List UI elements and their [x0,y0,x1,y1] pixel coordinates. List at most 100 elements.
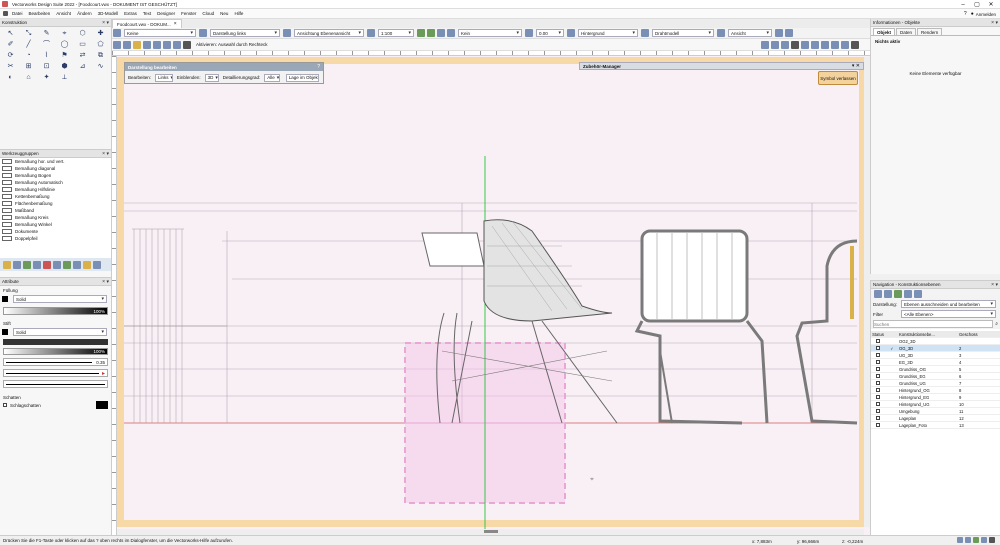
tool-button[interactable]: ⌖ [57,30,72,38]
tool-button[interactable]: ✂ [3,63,18,71]
fill-color-swatch[interactable] [2,296,8,302]
dialog-help-icon[interactable]: ? [317,64,320,70]
table-row[interactable]: ✓ OG_3D 2 [871,345,1000,352]
distribute-icon[interactable] [771,41,779,49]
login-link[interactable]: Anmelden [976,12,996,17]
tool-button[interactable]: ◯ [57,41,72,49]
scale-icon[interactable] [367,29,375,37]
mode-icon-a[interactable] [153,40,161,49]
class-dropdown[interactable]: Keine [124,29,196,37]
visibility-checkbox[interactable] [876,394,880,399]
visibility-toggle[interactable] [871,380,885,386]
group-icon[interactable] [781,41,789,49]
table-row[interactable]: Grundriss_OG 5 [871,366,1000,373]
menu-item[interactable]: Datei [12,11,23,16]
nav-column-header[interactable]: Konstruktionsebe... [899,332,955,337]
edit-option-dropdown[interactable]: Lage im Objekt [285,73,320,82]
toolset-5-icon[interactable] [43,260,51,269]
tool-button[interactable]: ◔ [21,52,36,60]
toolset-3-icon[interactable] [23,260,31,269]
view-options-icon[interactable] [283,29,291,37]
info-tab[interactable]: Rendern [917,28,943,35]
visibility-checkbox[interactable] [876,345,880,350]
poly-select-icon[interactable] [143,40,151,49]
tool-button[interactable]: ✚ [93,30,108,38]
toolset-4-icon[interactable] [33,260,41,269]
toolset-9-icon[interactable] [83,260,91,269]
tool-button[interactable]: ✦ [39,74,54,82]
toolset-6-icon[interactable] [53,260,61,269]
tool-button[interactable]: ⟳ [3,52,18,60]
table-row[interactable]: Umgebung 11 [871,408,1000,415]
tool-button[interactable]: ⬠ [93,41,108,49]
visibility-toggle[interactable] [871,366,885,372]
info-tab[interactable]: Objekt [873,28,896,35]
visibility-checkbox[interactable] [876,373,880,378]
lock-icon[interactable] [791,41,799,49]
tool-button[interactable]: ⇄ [75,52,90,60]
close-icon[interactable]: × ▾ [102,20,109,26]
shadow-color-swatch[interactable] [96,401,108,409]
minimize-button[interactable]: – [956,2,970,8]
tool-button[interactable]: ↖ [3,30,18,38]
close-icon[interactable]: × ▾ [991,282,998,288]
toolgroup-item[interactable]: Bemaßung hor. und vert. [0,158,111,165]
close-button[interactable]: ✕ [984,1,998,8]
pen-type-dropdown[interactable]: Solid [13,328,107,336]
snap-smart-icon[interactable] [841,41,849,49]
zoom-value[interactable]: 0.00 [536,29,564,37]
table-row[interactable]: Lageplan 12 [871,415,1000,422]
visibility-toggle[interactable] [871,345,885,351]
visibility-toggle[interactable] [871,352,885,358]
tool-button[interactable]: ⟂ [57,74,72,82]
visibility-toggle[interactable] [871,415,885,421]
visibility-checkbox[interactable] [876,352,880,357]
pen-opacity-bar[interactable]: 100% [3,348,108,355]
toolset-10-icon[interactable] [93,260,101,269]
scale-dropdown[interactable]: 1:100 [378,29,414,37]
visibility-toggle[interactable] [871,338,885,344]
menu-item[interactable]: Hilfe [234,11,243,16]
line-thickness-row[interactable]: 0.35 [3,358,108,366]
light-icon[interactable] [525,29,533,37]
menu-item[interactable]: Cloud [202,11,214,16]
status-icon-1[interactable] [957,537,963,543]
toolgroup-item[interactable]: Flächenbemaßung [0,200,111,207]
nav-layers-icon[interactable] [874,290,882,298]
lasso-icon[interactable] [133,40,141,49]
layer-icon[interactable] [199,29,207,37]
menu-item[interactable]: Ansicht [56,11,71,16]
view-dropdown[interactable]: Ansicht [728,29,772,37]
project-icon[interactable] [775,29,783,37]
tool-button[interactable]: ⬡ [75,30,90,38]
snap-icon[interactable] [447,29,455,37]
nav-filter-dropdown[interactable]: <Alle Ebenen> [901,310,996,318]
layer-view-dropdown[interactable]: Ansichtung Ebenenansicht [294,29,364,37]
toolset-8-icon[interactable] [73,260,81,269]
info-tab[interactable]: Daten [896,28,917,35]
exit-symbol-button[interactable]: Symbol verlassen [818,71,858,85]
line-style-row[interactable]: ▸ [3,369,108,377]
close-tab-icon[interactable]: × [174,21,177,27]
visibility-toggle[interactable] [871,394,885,400]
visibility-toggle[interactable] [871,408,885,414]
edit-option-dropdown[interactable]: Links [155,73,173,82]
visibility-checkbox[interactable] [876,401,880,406]
drop-shadow-checkbox[interactable] [3,403,7,407]
close-icon[interactable]: × ▾ [102,279,109,285]
nav-sheets-icon[interactable] [904,290,912,298]
tool-button[interactable]: ✐ [3,41,18,49]
tool-button[interactable]: ⬢ [57,63,72,71]
tool-button[interactable]: ◐ [3,74,18,82]
visibility-checkbox[interactable] [876,366,880,371]
visibility-toggle[interactable] [871,373,885,379]
visibility-checkbox[interactable] [876,415,880,420]
tool-button[interactable]: ⌇ [39,52,54,60]
menu-item[interactable]: Bearbeiten [29,11,51,16]
render-icon[interactable] [641,29,649,37]
tool-button[interactable]: ∿ [93,63,108,71]
visibility-checkbox[interactable] [876,387,880,392]
arrow-row[interactable] [3,380,108,388]
table-row[interactable]: UG_3D 3 [871,352,1000,359]
fill-opacity-bar[interactable]: 100% [3,307,108,315]
